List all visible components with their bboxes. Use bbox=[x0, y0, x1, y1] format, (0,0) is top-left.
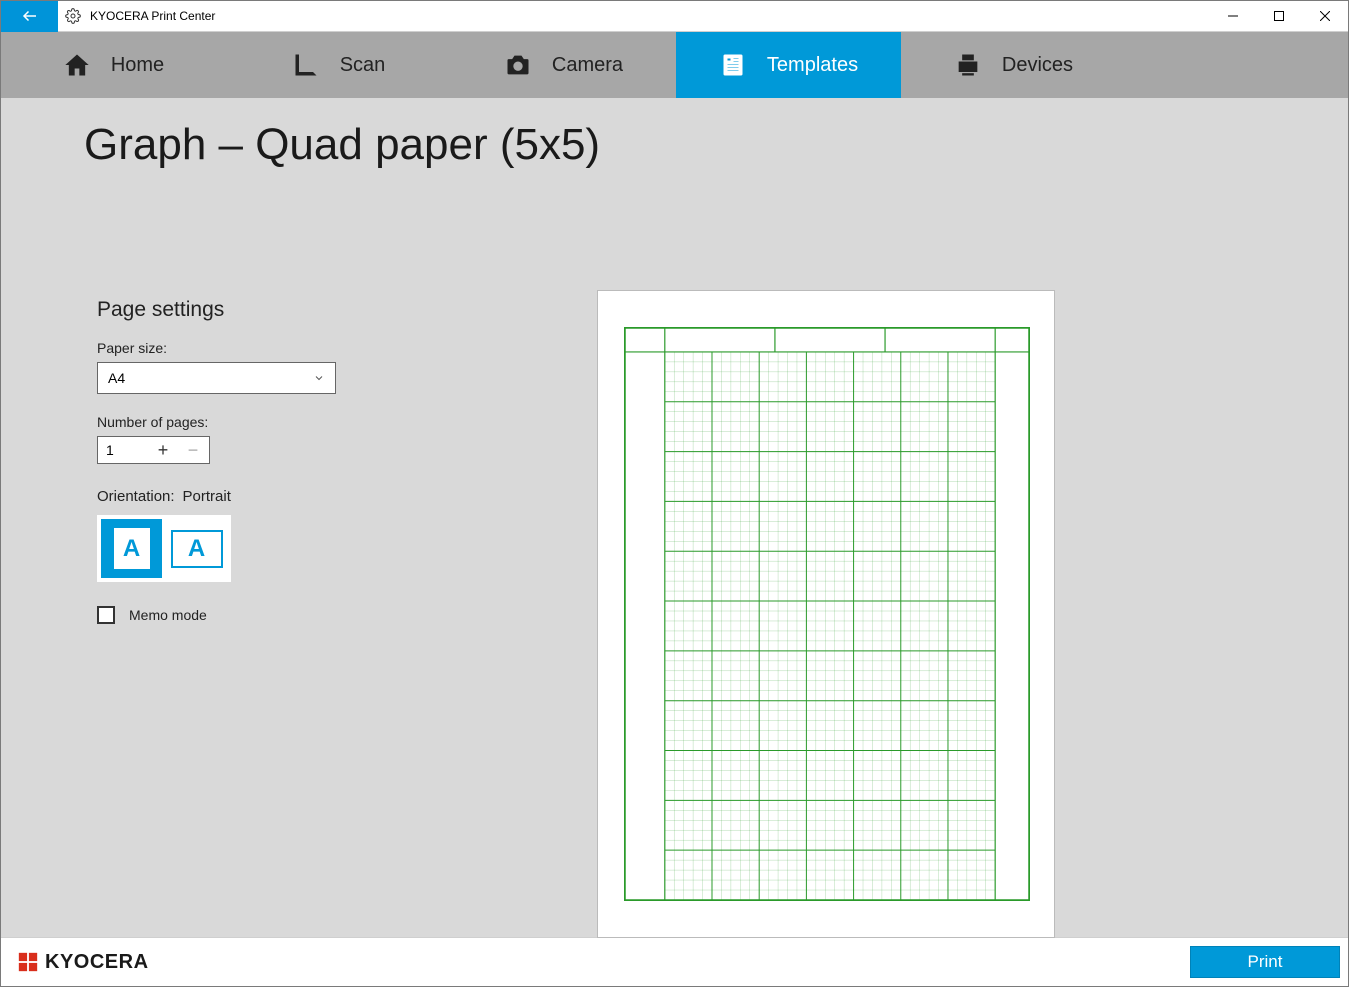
nav-label: Camera bbox=[552, 54, 623, 77]
orientation-label: Orientation: bbox=[97, 488, 175, 505]
page-title: Graph – Quad paper (5x5) bbox=[84, 120, 600, 170]
nav-home[interactable]: Home bbox=[1, 32, 226, 98]
num-pages-spinner: 1 + − bbox=[97, 436, 210, 464]
maximize-button[interactable] bbox=[1256, 1, 1302, 32]
nav-templates[interactable]: Templates bbox=[676, 32, 901, 98]
nav-label: Devices bbox=[1002, 54, 1073, 77]
nav-label: Templates bbox=[767, 54, 858, 77]
scan-icon bbox=[292, 51, 320, 79]
content-area: Graph – Quad paper (5x5) Page settings P… bbox=[1, 98, 1348, 937]
portrait-icon: A bbox=[112, 526, 152, 571]
nav-devices[interactable]: Devices bbox=[901, 32, 1126, 98]
orientation-landscape-button[interactable]: A bbox=[166, 519, 227, 578]
print-button[interactable]: Print bbox=[1190, 946, 1340, 978]
decrement-button[interactable]: − bbox=[178, 440, 208, 461]
paper-size-dropdown[interactable]: A4 bbox=[97, 362, 336, 394]
orientation-value: Portrait bbox=[183, 488, 231, 505]
app-title: KYOCERA Print Center bbox=[88, 9, 1210, 23]
devices-icon bbox=[954, 51, 982, 79]
quad-paper-grid bbox=[624, 327, 1030, 901]
landscape-icon: A bbox=[171, 530, 223, 568]
brand-logo: KYOCERA bbox=[1, 951, 149, 974]
memo-mode-row[interactable]: Memo mode bbox=[97, 606, 437, 624]
maximize-icon bbox=[1274, 11, 1284, 21]
orientation-portrait-button[interactable]: A bbox=[101, 519, 162, 578]
nav-camera[interactable]: Camera bbox=[451, 32, 676, 98]
chevron-down-icon bbox=[313, 372, 325, 384]
brand-text: KYOCERA bbox=[45, 951, 149, 974]
camera-icon bbox=[504, 51, 532, 79]
minimize-icon bbox=[1228, 11, 1238, 21]
page-settings-panel: Page settings Paper size: A4 Number of p… bbox=[97, 298, 437, 624]
home-icon bbox=[63, 51, 91, 79]
paper-size-label: Paper size: bbox=[97, 340, 437, 356]
back-arrow-icon bbox=[21, 7, 39, 25]
nav-scan[interactable]: Scan bbox=[226, 32, 451, 98]
main-nav: Home Scan Camera Templates Devices bbox=[1, 32, 1348, 98]
kyocera-logo-icon bbox=[17, 951, 39, 973]
paper-size-value: A4 bbox=[108, 370, 125, 386]
gear-icon bbox=[65, 8, 81, 24]
minimize-button[interactable] bbox=[1210, 1, 1256, 32]
footer: KYOCERA Print bbox=[1, 937, 1348, 986]
titlebar: KYOCERA Print Center bbox=[1, 1, 1348, 32]
memo-mode-label: Memo mode bbox=[129, 607, 207, 623]
close-button[interactable] bbox=[1302, 1, 1348, 32]
num-pages-label: Number of pages: bbox=[97, 414, 437, 430]
app-window: KYOCERA Print Center Home Scan Camera Te… bbox=[0, 0, 1349, 987]
num-pages-value[interactable]: 1 bbox=[98, 442, 148, 458]
section-title: Page settings bbox=[97, 298, 437, 322]
template-preview bbox=[597, 290, 1055, 938]
close-icon bbox=[1320, 11, 1330, 21]
increment-button[interactable]: + bbox=[148, 440, 178, 461]
orientation-toggle: A A bbox=[97, 515, 231, 582]
settings-button[interactable] bbox=[58, 8, 88, 24]
memo-mode-checkbox[interactable] bbox=[97, 606, 115, 624]
templates-icon bbox=[719, 51, 747, 79]
back-button[interactable] bbox=[1, 1, 58, 32]
window-buttons bbox=[1210, 1, 1348, 32]
nav-label: Scan bbox=[340, 54, 386, 77]
nav-label: Home bbox=[111, 54, 164, 77]
